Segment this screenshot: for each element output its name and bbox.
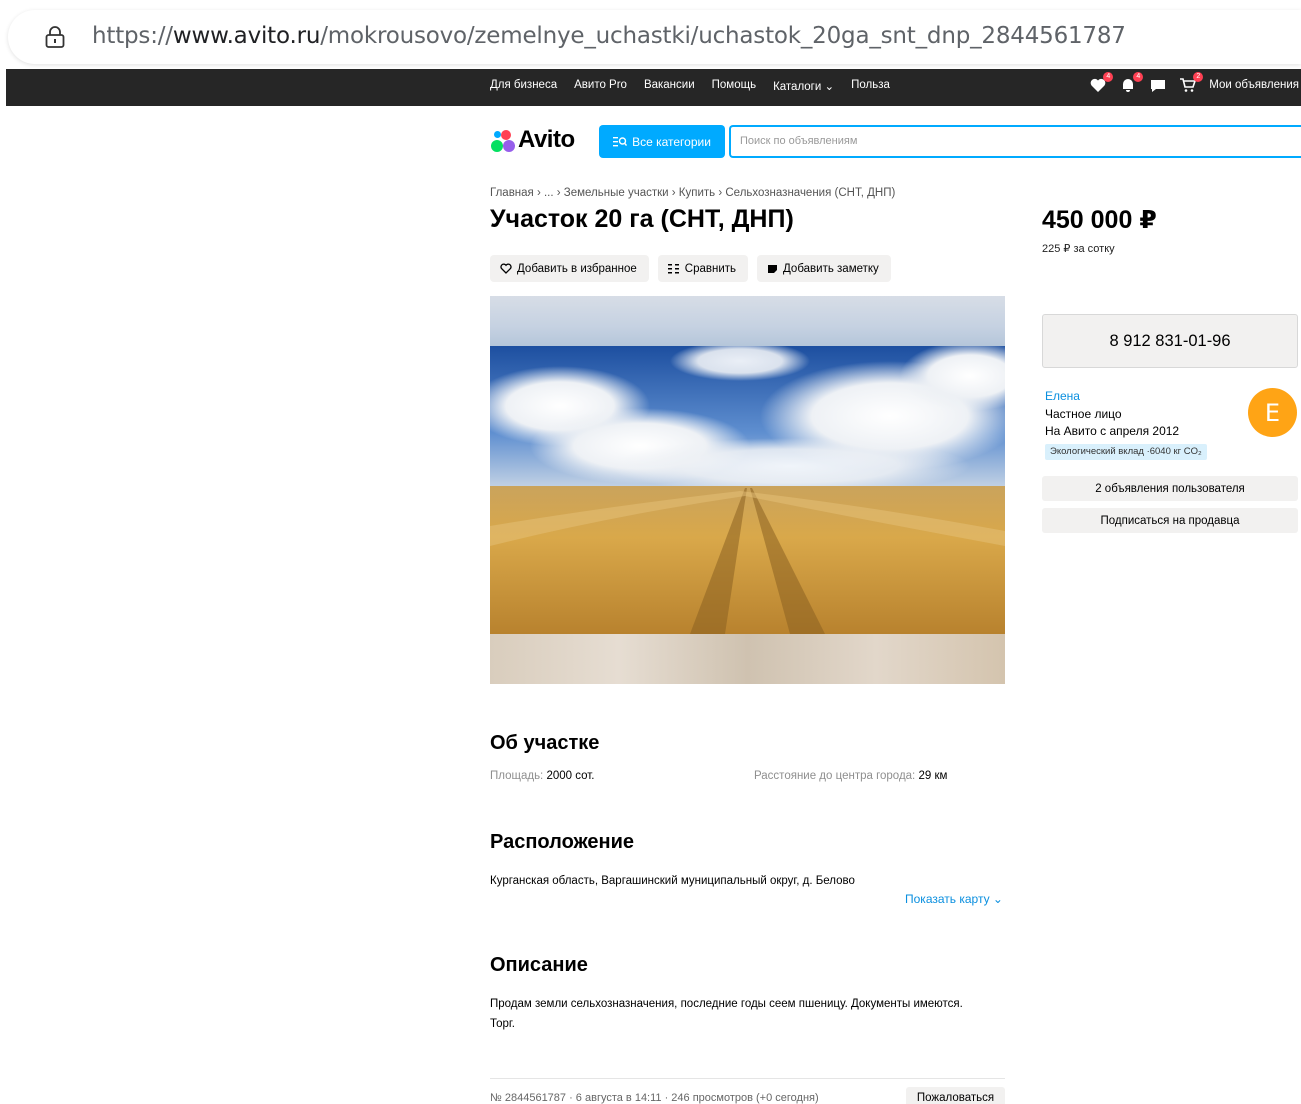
seller-ads-button[interactable]: 2 объявления пользователя [1042, 476, 1298, 501]
listing-meta: № 2844561787 · 6 августа в 14:11 · 246 п… [490, 1092, 819, 1104]
top-user-icons: 4 4 2 Мои объявления [1089, 72, 1299, 94]
all-categories-label: Все категории [632, 134, 711, 149]
avito-logo[interactable]: Avito [490, 126, 575, 154]
nav-avito-pro[interactable]: Авито Pro [574, 79, 627, 93]
favorites-heart-icon[interactable]: 4 [1089, 72, 1114, 94]
eco-contribution-badge[interactable]: Экологический вклад ·6040 кг CO₂ [1045, 444, 1207, 460]
search-input[interactable]: Поиск по объявлениям [729, 125, 1301, 158]
nav-catalogs[interactable]: Каталоги ⌄ [773, 79, 834, 93]
notifications-badge: 4 [1133, 72, 1144, 82]
nav-business[interactable]: Для бизнеса [490, 79, 557, 93]
seller-name-link[interactable]: Елена [1045, 389, 1080, 403]
price-per-sotka: 225 ₽ за сотку [1042, 243, 1115, 255]
area-param: Площадь: 2000 сот. [490, 770, 595, 782]
lock-icon [45, 26, 65, 48]
listing-actions: Добавить в избранное Сравнить Добавить з… [490, 255, 891, 282]
page-title: Участок 20 га (СНТ, ДНП) [490, 205, 794, 233]
wheat-field-photo [490, 346, 1005, 634]
nav-benefit[interactable]: Польза [851, 79, 890, 93]
cart-icon[interactable]: 2 [1179, 72, 1204, 94]
top-navigation-bar: Для бизнеса Авито Pro Вакансии Помощь Ка… [6, 69, 1301, 106]
my-ads-link[interactable]: Мои объявления [1209, 79, 1299, 91]
distance-param: Расстояние до центра города: 29 км [754, 770, 948, 782]
location-heading: Расположение [490, 831, 635, 853]
report-button[interactable]: Пожаловаться [906, 1087, 1005, 1104]
url-text[interactable]: https://www.avito.ru/mokrousovo/zemelnye… [92, 23, 1126, 49]
show-phone-button[interactable]: 8 912 831-01-96 [1042, 314, 1298, 368]
compare-icon [667, 264, 679, 274]
address-bar[interactable]: https://www.avito.ru/mokrousovo/zemelnye… [8, 10, 1301, 64]
add-to-favorites-button[interactable]: Добавить в избранное [490, 255, 649, 282]
breadcrumb[interactable]: Главная › ... › Земельные участки › Купи… [490, 187, 895, 199]
messages-chat-icon[interactable] [1149, 76, 1167, 94]
compare-button[interactable]: Сравнить [657, 255, 749, 282]
avito-logo-dots-icon [490, 127, 516, 153]
show-map-link[interactable]: Показать карту ⌄ [905, 892, 1003, 906]
top-nav-links: Для бизнеса Авито Pro Вакансии Помощь Ка… [490, 79, 890, 93]
heart-outline-icon [500, 263, 512, 274]
nav-jobs[interactable]: Вакансии [644, 79, 695, 93]
description-text: Продам земли сельхозназначения, последни… [490, 998, 963, 1030]
logo-text: Avito [518, 126, 575, 153]
seller-avatar[interactable]: E [1248, 388, 1297, 437]
listing-photo[interactable] [490, 296, 1005, 684]
favorites-badge: 4 [1103, 72, 1114, 82]
categories-list-search-icon [613, 136, 628, 146]
subscribe-seller-button[interactable]: Подписаться на продавца [1042, 508, 1298, 533]
seller-type: Частное лицо [1045, 407, 1122, 421]
add-note-button[interactable]: Добавить заметку [757, 255, 891, 282]
description-heading: Описание [490, 954, 588, 976]
price: 450 000 ₽ [1042, 206, 1157, 234]
seller-since: На Авито с апреля 2012 [1045, 424, 1180, 438]
all-categories-button[interactable]: Все категории [599, 125, 725, 158]
note-icon [768, 265, 778, 273]
divider [490, 1078, 1005, 1079]
about-heading: Об участке [490, 732, 600, 754]
address-text: Курганская область, Варгашинский муницип… [490, 875, 855, 887]
nav-help[interactable]: Помощь [712, 79, 756, 93]
notifications-bell-icon[interactable]: 4 [1119, 72, 1144, 94]
cart-badge: 2 [1193, 72, 1204, 82]
